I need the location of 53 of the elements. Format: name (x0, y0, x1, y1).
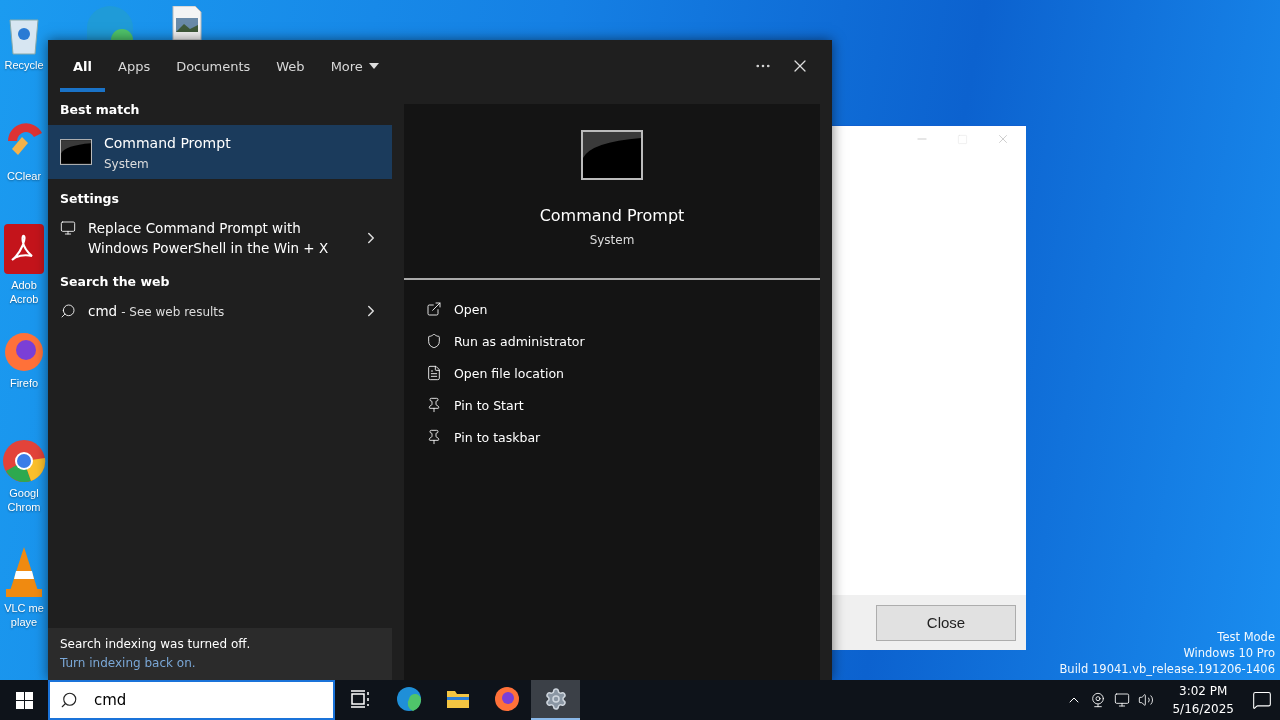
browser-icon (87, 6, 133, 40)
shield-icon (426, 333, 442, 349)
image-file-icon (170, 6, 204, 40)
action-item[interactable]: Pin to taskbar (426, 426, 798, 448)
search-result[interactable]: Command Prompt System (48, 125, 392, 179)
search-icon (60, 691, 78, 709)
file-icon (426, 365, 442, 381)
filter-tab[interactable]: Apps (105, 40, 164, 92)
search-result[interactable]: cmd - See web results (48, 297, 392, 325)
section-heading: Settings (59, 190, 120, 208)
turn-on-indexing-link[interactable]: Turn indexing back on. (60, 656, 380, 670)
notice-text: Search indexing was turned off. (60, 637, 252, 651)
windows-logo-icon (15, 691, 33, 709)
section-heading: Search the web (59, 273, 171, 291)
open-external-icon (426, 301, 442, 317)
document-icon (2, 222, 46, 276)
os-build-text: Windows 10 Pro (1183, 645, 1275, 661)
network-icon[interactable] (1114, 692, 1131, 708)
search-icon (60, 303, 76, 319)
action-item[interactable]: Pin to Start (426, 394, 798, 416)
os-build-text: Test Mode (1217, 629, 1275, 645)
action-item[interactable]: Open file location (426, 362, 798, 384)
terminal-icon (581, 130, 643, 180)
browser-icon (395, 686, 422, 712)
os-build-text: Build 19041.vb_release.191206-1406 (1059, 661, 1275, 677)
action-item[interactable]: Open (426, 298, 798, 320)
pin-icon (426, 397, 442, 413)
section-heading: Best match (59, 101, 141, 119)
settings-icon (543, 687, 568, 711)
pin-icon (426, 429, 442, 445)
task-view-icon (349, 690, 370, 708)
filter-tab[interactable]: All (60, 40, 105, 92)
monitor-icon (60, 220, 76, 236)
browser-icon (1, 438, 47, 484)
taskbar-app-button[interactable] (531, 680, 580, 720)
close-button[interactable]: Close (876, 604, 1016, 641)
filter-tab[interactable]: Web (263, 40, 318, 92)
filter-tab[interactable]: Documents (163, 40, 264, 92)
notifications-icon[interactable] (1252, 690, 1272, 710)
search-result[interactable]: Replace Command Prompt with Windows PowerShell in the Win + X (48, 214, 392, 262)
action-item[interactable]: Run as administrator (426, 330, 798, 352)
clock[interactable]: 3:02 PM 5/16/2025 (1162, 682, 1244, 718)
app-title: Command Prompt (539, 206, 685, 225)
filter-tab[interactable]: More (317, 40, 392, 92)
browser-icon (2, 330, 46, 374)
search-field[interactable]: cmd (92, 690, 292, 710)
terminal-icon (60, 139, 92, 165)
search-box[interactable]: cmd (48, 680, 335, 720)
webcam-icon[interactable] (1090, 692, 1107, 708)
volume-icon[interactable] (1138, 692, 1155, 708)
folder-icon (445, 689, 470, 709)
browser-icon (493, 686, 520, 712)
app-subtitle: System (589, 233, 635, 247)
